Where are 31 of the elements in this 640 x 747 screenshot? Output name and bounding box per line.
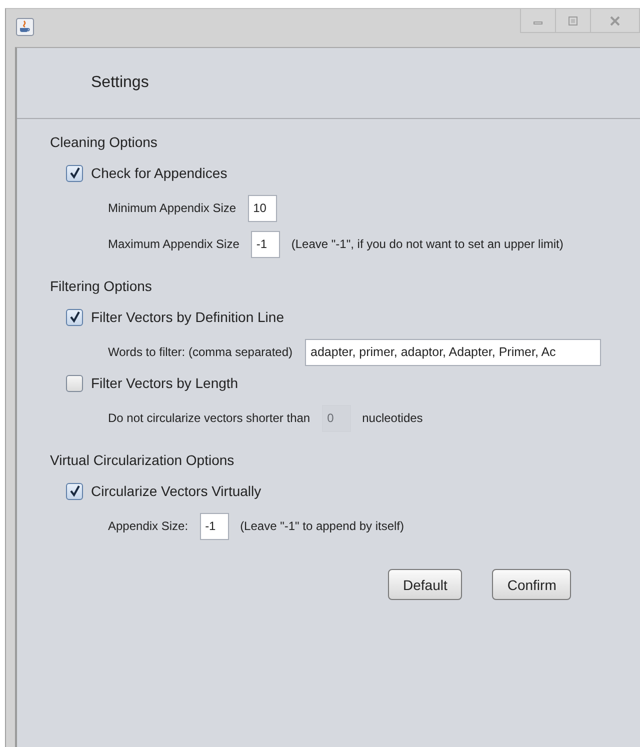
checkbox-label: Filter Vectors by Length	[91, 375, 238, 391]
input-field[interactable]: -1	[200, 512, 230, 540]
field-label: Words to filter: (comma separated)	[108, 345, 293, 359]
coffee-cup-icon	[16, 18, 34, 36]
section-heading: Virtual Circularization Options	[50, 451, 236, 470]
checkbox-label: Circularize Vectors Virtually	[91, 483, 262, 499]
close-icon	[609, 16, 621, 26]
minimize-button[interactable]	[520, 9, 556, 33]
input-field[interactable]: 10	[248, 194, 278, 222]
checkbox[interactable]	[66, 374, 83, 392]
field-label: Minimum Appendix Size	[108, 201, 236, 215]
input-field[interactable]: adapter, primer, adaptor, Adapter, Primer, Ac	[304, 338, 601, 366]
maximize-icon	[568, 16, 578, 26]
close-button[interactable]	[590, 9, 640, 33]
hint-text: (Leave "-1" to append by itself)	[240, 519, 404, 533]
checkbox-label: Filter Vectors by Definition Line	[91, 309, 284, 325]
input-field[interactable]: -1	[251, 230, 280, 258]
field-label: Do not circularize vectors shorter than	[108, 411, 310, 425]
dialog-button[interactable]: Default	[388, 569, 462, 600]
hint-text: (Leave "-1", if you do not want to set an upper limit)	[291, 237, 564, 251]
section-heading: Filtering Options	[50, 277, 153, 296]
field-label: Appendix Size:	[108, 519, 188, 533]
checkbox[interactable]	[66, 164, 83, 182]
section-heading: Cleaning Options	[50, 133, 158, 152]
checkbox-label: Check for Appendices	[91, 165, 228, 181]
hint-text: nucleotides	[362, 411, 423, 425]
checkbox[interactable]	[66, 482, 83, 500]
checkbox[interactable]	[66, 308, 83, 326]
window-title: Settings	[91, 74, 149, 92]
field-label: Maximum Appendix Size	[108, 237, 240, 251]
dialog-button[interactable]: Confirm	[492, 569, 572, 600]
